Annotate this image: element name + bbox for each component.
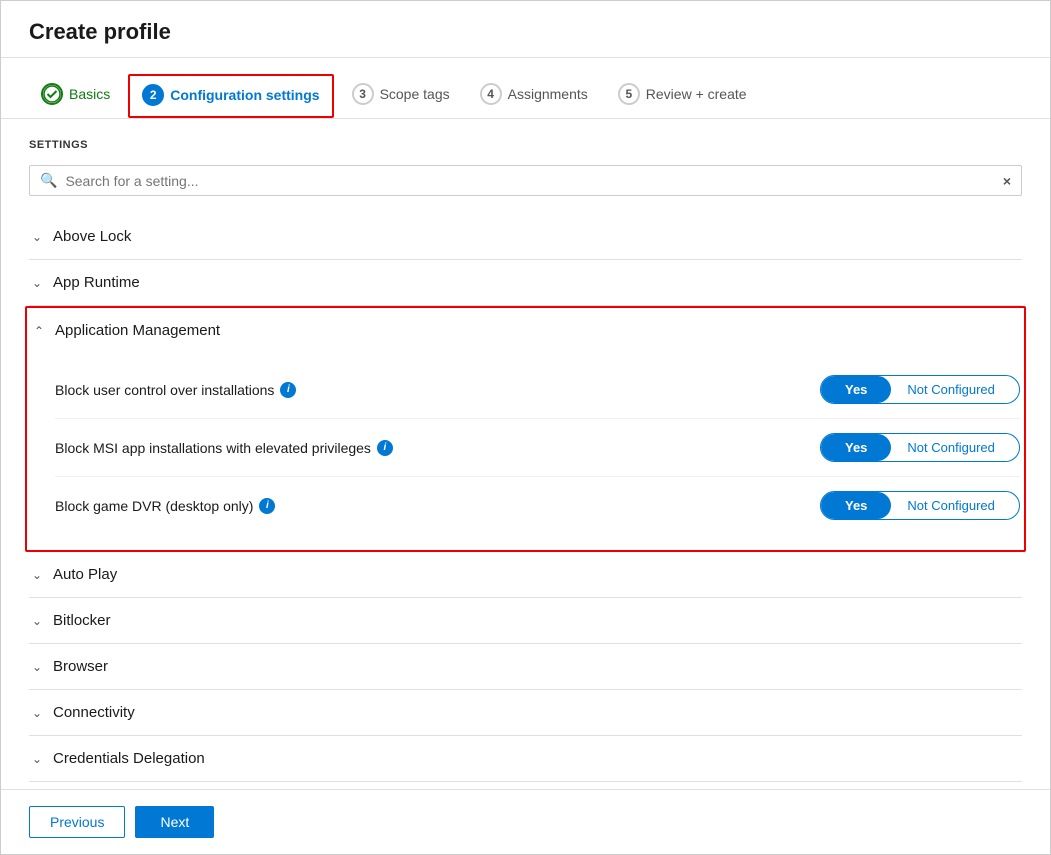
group-above-lock-header[interactable]: ⌄ Above Lock [29, 214, 1022, 259]
step-review-num: 5 [618, 83, 640, 105]
setting-label-text-3: Block game DVR (desktop only) [55, 498, 253, 514]
group-bitlocker: ⌄ Bitlocker [29, 598, 1022, 644]
chevron-down-icon-3: ⌄ [29, 568, 45, 582]
setting-label-block-user-control: Block user control over installations i [55, 382, 820, 398]
search-bar: 🔍 × [29, 165, 1022, 196]
step-basics[interactable]: Basics [29, 75, 122, 117]
step-scope[interactable]: 3 Scope tags [340, 75, 462, 117]
chevron-down-icon-7: ⌄ [29, 752, 45, 766]
toggle-yes-3[interactable]: Yes [821, 492, 891, 519]
chevron-down-icon-6: ⌄ [29, 706, 45, 720]
step-assignments-num: 4 [480, 83, 502, 105]
info-icon-3[interactable]: i [259, 498, 275, 514]
content-area: SETTINGS 🔍 × ⌄ Above Lock ⌄ App Runtime … [1, 119, 1050, 789]
step-basics-num [41, 83, 63, 105]
check-icon [43, 85, 61, 103]
chevron-down-icon-5: ⌄ [29, 660, 45, 674]
group-browser-label: Browser [53, 658, 108, 675]
next-button[interactable]: Next [135, 806, 214, 838]
toggle-block-user-control[interactable]: Yes Not Configured [820, 375, 1020, 404]
group-bitlocker-header[interactable]: ⌄ Bitlocker [29, 598, 1022, 643]
group-auto-play-label: Auto Play [53, 566, 117, 583]
toggle-block-game-dvr[interactable]: Yes Not Configured [820, 491, 1020, 520]
step-scope-label: Scope tags [380, 86, 450, 102]
info-icon-2[interactable]: i [377, 440, 393, 456]
setting-row-block-msi: Block MSI app installations with elevate… [55, 419, 1020, 477]
search-icon: 🔍 [40, 172, 57, 189]
setting-row-block-game-dvr: Block game DVR (desktop only) i Yes Not … [55, 477, 1020, 534]
chevron-down-icon: ⌄ [29, 230, 45, 244]
group-app-runtime-label: App Runtime [53, 274, 140, 291]
step-scope-num: 3 [352, 83, 374, 105]
group-application-management-label: Application Management [55, 322, 220, 339]
toggle-not-configured-3[interactable]: Not Configured [891, 492, 1010, 519]
chevron-up-icon: ⌃ [31, 324, 47, 338]
setting-label-text-1: Block user control over installations [55, 382, 274, 398]
toggle-yes-2[interactable]: Yes [821, 434, 891, 461]
page-header: Create profile [1, 1, 1050, 58]
group-auto-play: ⌄ Auto Play [29, 552, 1022, 598]
setting-label-block-msi: Block MSI app installations with elevate… [55, 440, 820, 456]
setting-label-text-2: Block MSI app installations with elevate… [55, 440, 371, 456]
group-credentials-delegation: ⌄ Credentials Delegation [29, 736, 1022, 782]
group-application-management-header[interactable]: ⌃ Application Management [31, 308, 1020, 353]
footer: Previous Next [1, 789, 1050, 854]
toggle-not-configured-2[interactable]: Not Configured [891, 434, 1010, 461]
step-review-label: Review + create [646, 86, 747, 102]
step-configuration-label: Configuration settings [170, 87, 319, 103]
chevron-down-icon-2: ⌄ [29, 276, 45, 290]
toggle-not-configured-1[interactable]: Not Configured [891, 376, 1010, 403]
setting-label-block-game-dvr: Block game DVR (desktop only) i [55, 498, 820, 514]
step-configuration-num: 2 [142, 84, 164, 106]
group-browser: ⌄ Browser [29, 644, 1022, 690]
step-basics-label: Basics [69, 86, 110, 102]
group-app-runtime: ⌄ App Runtime [29, 260, 1022, 306]
group-connectivity: ⌄ Connectivity [29, 690, 1022, 736]
group-browser-header[interactable]: ⌄ Browser [29, 644, 1022, 689]
step-configuration[interactable]: 2 Configuration settings [128, 74, 333, 118]
search-input[interactable] [65, 173, 994, 189]
info-icon-1[interactable]: i [280, 382, 296, 398]
step-assignments[interactable]: 4 Assignments [468, 75, 600, 117]
group-above-lock: ⌄ Above Lock [29, 214, 1022, 260]
wizard-steps: Basics 2 Configuration settings 3 Scope … [1, 58, 1050, 119]
step-assignments-label: Assignments [508, 86, 588, 102]
group-app-runtime-header[interactable]: ⌄ App Runtime [29, 260, 1022, 305]
settings-section-header: SETTINGS [29, 139, 1022, 151]
group-bitlocker-label: Bitlocker [53, 612, 111, 629]
page-container: Create profile Basics 2 Configuration se… [0, 0, 1051, 855]
group-credentials-delegation-header[interactable]: ⌄ Credentials Delegation [29, 736, 1022, 781]
group-connectivity-header[interactable]: ⌄ Connectivity [29, 690, 1022, 735]
group-auto-play-header[interactable]: ⌄ Auto Play [29, 552, 1022, 597]
setting-row-block-user-control: Block user control over installations i … [55, 361, 1020, 419]
toggle-block-msi[interactable]: Yes Not Configured [820, 433, 1020, 462]
previous-button[interactable]: Previous [29, 806, 125, 838]
group-credentials-delegation-label: Credentials Delegation [53, 750, 205, 767]
group-application-management: ⌃ Application Management Block user cont… [25, 306, 1026, 552]
step-review[interactable]: 5 Review + create [606, 75, 759, 117]
application-management-settings: Block user control over installations i … [31, 353, 1020, 550]
toggle-yes-1[interactable]: Yes [821, 376, 891, 403]
group-above-lock-label: Above Lock [53, 228, 131, 245]
search-clear-button[interactable]: × [1003, 173, 1011, 189]
group-connectivity-label: Connectivity [53, 704, 135, 721]
chevron-down-icon-4: ⌄ [29, 614, 45, 628]
page-title: Create profile [29, 19, 1022, 45]
